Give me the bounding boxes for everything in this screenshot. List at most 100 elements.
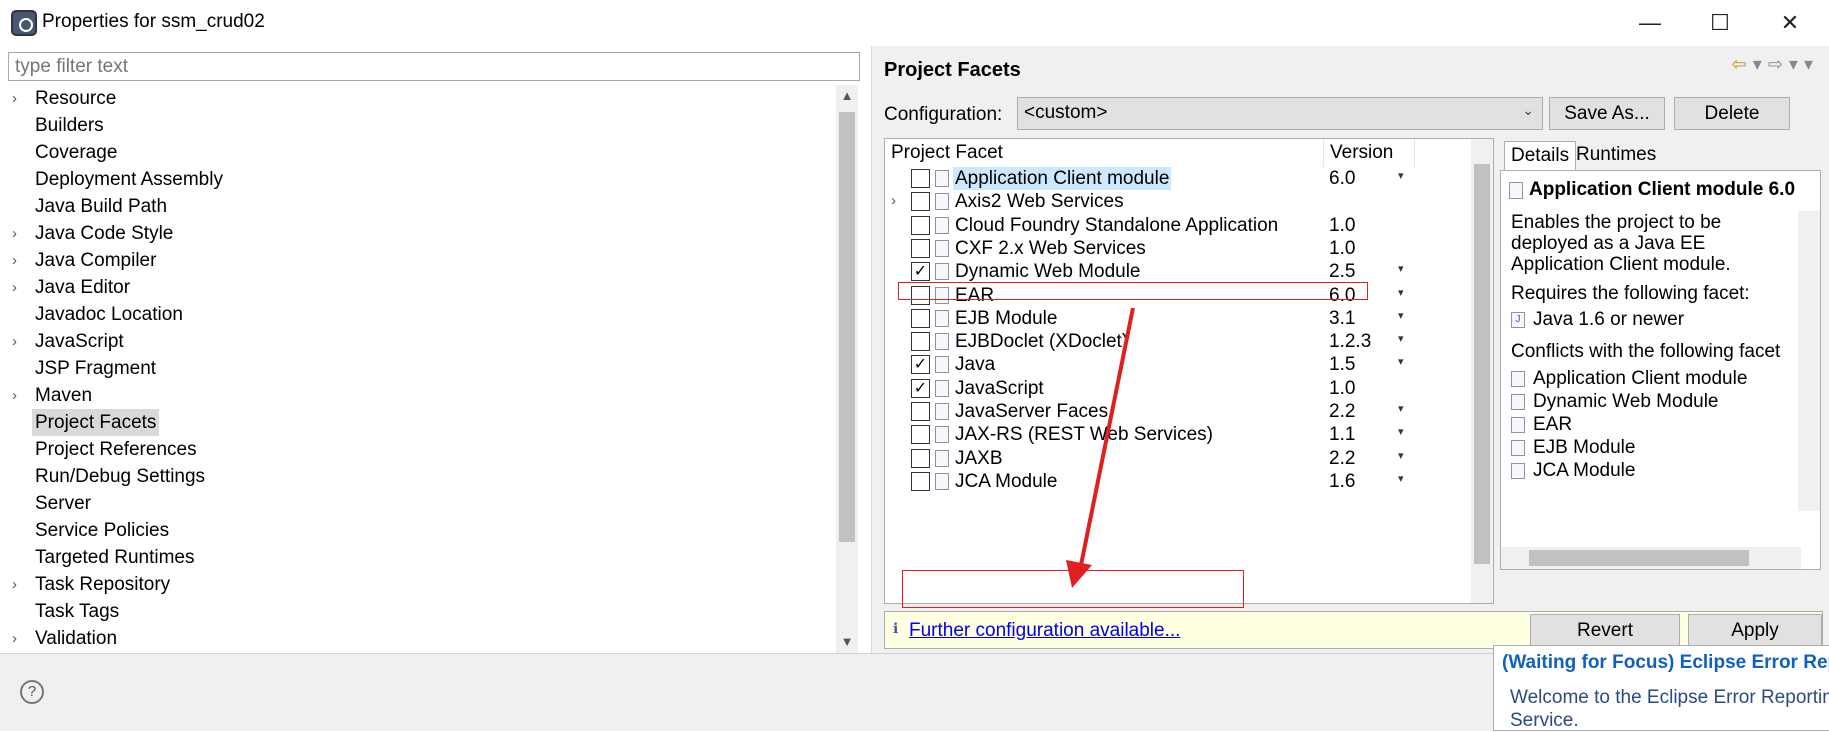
further-configuration-link[interactable]: Further configuration available... [909,620,1180,642]
tree-item[interactable]: Javadoc Location [8,301,828,328]
tree-item[interactable]: › Java Editor [8,274,828,301]
scroll-down-icon[interactable]: ▼ [836,631,858,653]
tree-item[interactable]: Run/Debug Settings [8,463,828,490]
tab-runtimes[interactable]: Runtimes [1570,141,1662,171]
tree-item-label: Java Editor [35,277,131,298]
facet-checkbox[interactable] [911,471,930,491]
version-dropdown-icon[interactable]: ▾ [1398,286,1404,299]
tree-item[interactable]: Project References [8,436,828,463]
tree-item[interactable]: › Validation [8,625,828,652]
facet-row[interactable]: JCA Module 1.6 ▾ [885,468,1465,495]
tree-item[interactable]: › Java Code Style [8,220,828,247]
version-dropdown-icon[interactable]: ▾ [1398,425,1404,438]
tree-item[interactable]: › Task Repository [8,571,828,598]
tree-item[interactable]: Builders [8,112,828,139]
tree-item[interactable]: Service Policies [8,517,828,544]
tree-item-label: Task Tags [35,601,120,622]
chevron-right-icon[interactable]: › [12,328,26,355]
tree-item[interactable]: Server [8,490,828,517]
save-as-button[interactable]: Save As... [1549,97,1665,130]
tree-item[interactable]: › Resource [8,85,828,112]
facet-checkbox[interactable] [911,332,930,352]
facet-version[interactable]: 1.0 [1323,214,1355,237]
filter-input[interactable] [8,52,860,81]
facet-version[interactable]: 2.2 [1323,400,1355,423]
maximize-button[interactable]: ☐ [1690,6,1750,40]
apply-button[interactable]: Apply [1688,614,1822,647]
tree-item[interactable]: Deployment Assembly [8,166,828,193]
facet-version[interactable]: 1.6 [1323,470,1355,493]
delete-button[interactable]: Delete [1674,97,1790,130]
scroll-up-icon[interactable]: ▲ [836,85,858,107]
eclipse-icon [11,10,37,36]
tree-item[interactable]: Task Tags [8,598,828,625]
facet-checkbox[interactable] [911,308,930,328]
facet-version[interactable]: 3.1 [1323,307,1355,330]
facet-version[interactable]: 1.2.3 [1323,330,1371,353]
facet-checkbox[interactable]: ✓ [911,355,930,375]
column-header-facet[interactable]: Project Facet [891,139,1003,167]
minimize-button[interactable]: — [1620,6,1680,40]
help-icon[interactable]: ? [20,680,44,704]
tree-item[interactable]: Java Build Path [8,193,828,220]
tree-item[interactable]: Coverage [8,139,828,166]
tree-item[interactable]: › JavaScript [8,328,828,355]
version-dropdown-icon[interactable]: ▾ [1398,332,1404,345]
tree-item[interactable]: Targeted Runtimes [8,544,828,571]
chevron-right-icon[interactable]: › [12,274,26,301]
notification-body: Welcome to the Eclipse Error Reportin Se… [1510,687,1829,731]
tree-item[interactable]: › Java Compiler [8,247,828,274]
facet-checkbox[interactable] [911,215,930,235]
facet-checkbox[interactable]: ✓ [911,378,930,398]
facet-version[interactable]: 2.5 [1323,260,1355,283]
details-scrollbar[interactable] [1798,211,1820,511]
tree-item[interactable]: Project Facets [8,409,828,436]
back-icon[interactable]: ⇦ [1732,54,1753,74]
tab-details[interactable]: Details [1504,141,1577,171]
tree-item[interactable]: JSP Fragment [8,355,828,382]
scrollbar-thumb[interactable] [1474,164,1490,564]
forward-icon[interactable]: ⇨ [1768,54,1789,74]
version-dropdown-icon[interactable]: ▾ [1398,355,1404,368]
scrollbar-thumb[interactable] [1529,550,1749,566]
forward-menu-icon[interactable]: ▾ [1789,54,1804,74]
version-dropdown-icon[interactable]: ▾ [1398,309,1404,322]
revert-button[interactable]: Revert [1530,614,1680,647]
facet-version[interactable]: 1.0 [1323,237,1355,260]
close-button[interactable]: ✕ [1760,6,1820,40]
version-dropdown-icon[interactable]: ▾ [1398,169,1404,182]
tree-scrollbar[interactable]: ▲ ▼ [836,85,858,653]
facet-version[interactable]: 1.1 [1323,423,1355,446]
chevron-right-icon[interactable]: › [12,85,26,112]
chevron-right-icon[interactable]: › [12,382,26,409]
chevron-right-icon[interactable]: › [12,571,26,598]
view-menu-icon[interactable]: ▾ [1804,54,1819,74]
version-dropdown-icon[interactable]: ▾ [1398,262,1404,275]
chevron-right-icon[interactable]: › [891,192,896,209]
facet-version[interactable]: 1.5 [1323,353,1355,376]
error-reporting-notification[interactable]: (Waiting for Focus) Eclipse Error Rep We… [1493,645,1829,731]
facets-scrollbar[interactable] [1471,139,1493,603]
chevron-right-icon[interactable]: › [12,220,26,247]
version-dropdown-icon[interactable]: ▾ [1398,449,1404,462]
facet-checkbox[interactable] [911,425,930,445]
details-hscrollbar[interactable] [1501,547,1801,569]
facet-checkbox[interactable] [911,238,930,258]
facet-version[interactable]: 1.0 [1323,377,1355,400]
facet-version[interactable]: 2.2 [1323,447,1355,470]
facet-checkbox[interactable] [911,169,930,188]
facet-checkbox[interactable] [911,192,930,212]
facet-checkbox[interactable] [911,402,930,421]
facet-version[interactable]: 6.0 [1323,167,1355,190]
facet-checkbox[interactable] [911,448,930,468]
version-dropdown-icon[interactable]: ▾ [1398,472,1404,485]
facet-checkbox[interactable]: ✓ [911,262,930,282]
column-header-version[interactable]: Version [1323,139,1415,167]
version-dropdown-icon[interactable]: ▾ [1398,402,1404,415]
configuration-select[interactable]: <custom> ⌄ [1017,97,1543,130]
chevron-right-icon[interactable]: › [12,625,26,652]
back-menu-icon[interactable]: ▾ [1753,54,1768,74]
scrollbar-thumb[interactable] [839,112,855,542]
tree-item[interactable]: › Maven [8,382,828,409]
chevron-right-icon[interactable]: › [12,247,26,274]
